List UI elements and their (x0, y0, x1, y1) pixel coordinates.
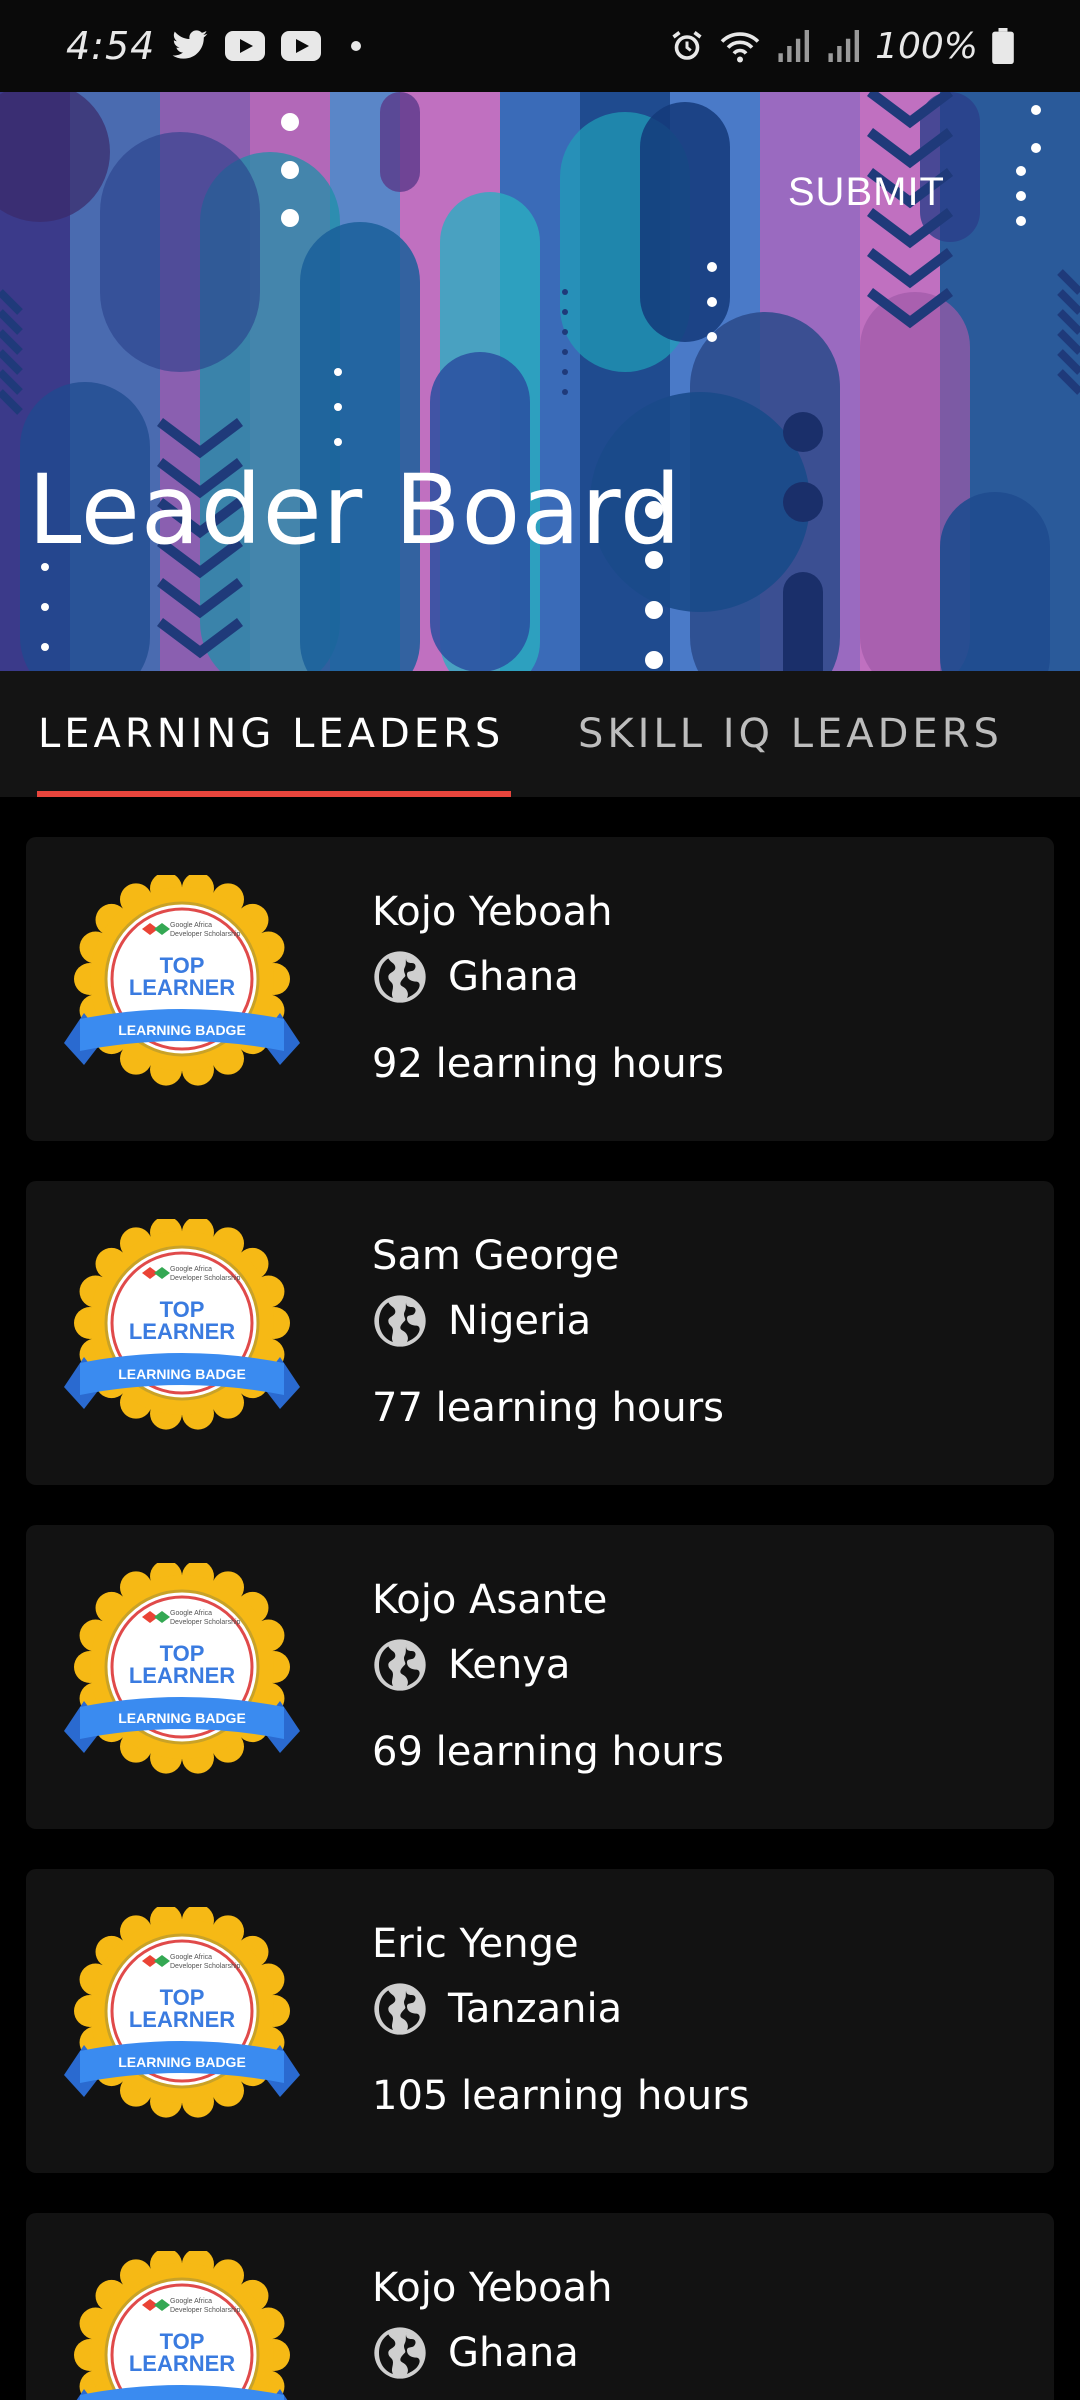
svg-text:Developer Scholarship: Developer Scholarship (170, 1275, 241, 1282)
svg-text:Google Africa: Google Africa (170, 922, 212, 929)
top-learner-badge-image: Google Africa Developer Scholarship TOP … (74, 2251, 290, 2400)
leader-name: Eric Yenge (372, 1921, 579, 1967)
leader-country: Ghana (448, 2330, 579, 2376)
globe-icon (374, 1295, 426, 1347)
leader-name: Kojo Yeboah (372, 2265, 613, 2311)
svg-text:LEARNER: LEARNER (129, 2351, 235, 2376)
signal-icon (775, 30, 811, 62)
top-learner-badge-image: Google Africa Developer Scholarship TOP … (64, 1563, 300, 1774)
youtube-icon (281, 31, 322, 61)
twitter-icon (171, 30, 209, 62)
leader-country: Tanzania (448, 1986, 623, 2032)
leader-country: Ghana (448, 954, 579, 1000)
overflow-menu-icon[interactable] (1006, 166, 1036, 226)
leader-name: Sam George (372, 1233, 620, 1279)
svg-text:LEARNER: LEARNER (129, 1319, 235, 1344)
status-bar: 4:54 100% (0, 0, 1080, 92)
notification-dot-icon (351, 41, 362, 51)
tab-skill-iq-leaders[interactable]: SKILL IQ LEADERS (578, 671, 1003, 797)
svg-text:LEARNING BADGE: LEARNING BADGE (118, 2054, 246, 2070)
country-row: Nigeria (372, 1293, 591, 1349)
leader-country: Kenya (448, 1642, 571, 1688)
wifi-icon (719, 28, 761, 64)
alarm-icon (669, 28, 705, 64)
svg-text:Google Africa: Google Africa (170, 2298, 212, 2305)
svg-text:Google Africa: Google Africa (170, 1610, 212, 1617)
svg-text:LEARNER: LEARNER (129, 1663, 235, 1688)
top-learner-badge-image: Google Africa Developer Scholarship TOP … (64, 875, 300, 1086)
globe-icon (374, 1983, 426, 2035)
svg-text:Developer Scholarship: Developer Scholarship (170, 1619, 241, 1626)
battery-percent: 100% (875, 25, 978, 67)
svg-text:Developer Scholarship: Developer Scholarship (170, 1963, 241, 1970)
leader-hours: 69 learning hours (372, 1729, 724, 1775)
top-learner-badge-image: Google Africa Developer Scholarship TOP … (64, 1219, 300, 1430)
leader-hours: 105 learning hours (372, 2073, 750, 2119)
country-row: Tanzania (372, 1981, 622, 2037)
svg-text:Developer Scholarship: Developer Scholarship (170, 2307, 241, 2314)
globe-icon (374, 2327, 426, 2379)
globe-icon (374, 951, 426, 1003)
svg-text:LEARNER: LEARNER (129, 2007, 235, 2032)
leader-name: Kojo Yeboah (372, 889, 613, 935)
leader-country: Nigeria (448, 1298, 592, 1344)
top-learner-badge-image: Google Africa Developer Scholarship TOP … (64, 1907, 300, 2118)
leader-card[interactable]: Google Africa Developer Scholarship TOP … (26, 1525, 1054, 1829)
country-row: Ghana (372, 949, 579, 1005)
svg-text:LEARNING BADGE: LEARNING BADGE (118, 1022, 246, 1038)
svg-text:LEARNING BADGE: LEARNING BADGE (118, 1710, 246, 1726)
leader-hours: 77 learning hours (372, 1385, 724, 1431)
battery-icon (992, 28, 1014, 64)
country-row: Kenya (372, 1637, 570, 1693)
leader-hours: 92 learning hours (372, 1041, 724, 1087)
leader-card[interactable]: Google Africa Developer Scholarship TOP … (26, 1869, 1054, 2173)
leader-card[interactable]: Google Africa Developer Scholarship TOP … (26, 2213, 1054, 2400)
svg-text:Developer Scholarship: Developer Scholarship (170, 931, 241, 938)
submit-button[interactable]: SUBMIT (788, 170, 945, 215)
leader-card[interactable]: Google Africa Developer Scholarship TOP … (26, 837, 1054, 1141)
globe-icon (374, 1639, 426, 1691)
tab-bar: LEARNING LEADERS SKILL IQ LEADERS (0, 671, 1080, 797)
tab-indicator (37, 791, 511, 797)
tab-learning-leaders[interactable]: LEARNING LEADERS (38, 671, 504, 797)
youtube-icon (225, 31, 266, 61)
leader-name: Kojo Asante (372, 1577, 608, 1623)
svg-text:LEARNING BADGE: LEARNING BADGE (118, 1366, 246, 1382)
page-title: Leader Board (28, 454, 682, 566)
svg-text:Google Africa: Google Africa (170, 1954, 212, 1961)
leader-card[interactable]: Google Africa Developer Scholarship TOP … (26, 1181, 1054, 1485)
header-banner: SUBMIT Leader Board (0, 92, 1080, 671)
signal-icon (825, 30, 861, 62)
svg-text:LEARNER: LEARNER (129, 975, 235, 1000)
country-row: Ghana (372, 2325, 579, 2381)
status-time: 4:54 (66, 24, 156, 68)
svg-text:Google Africa: Google Africa (170, 1266, 212, 1273)
